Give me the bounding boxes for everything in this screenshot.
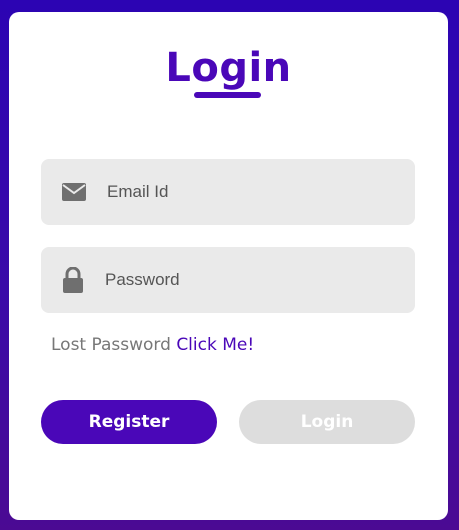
envelope-icon [41, 183, 107, 201]
lost-password-text: Lost Password [51, 335, 177, 355]
password-field[interactable] [41, 247, 415, 313]
login-card: Login Lost Password Click Me! Register L… [9, 12, 448, 520]
login-button[interactable]: Login [239, 400, 415, 444]
lock-icon [41, 267, 105, 293]
click-me-link[interactable]: Click Me! [176, 335, 254, 355]
email-field[interactable] [41, 159, 415, 225]
lost-password-row: Lost Password Click Me! [51, 335, 254, 355]
register-button[interactable]: Register [41, 400, 217, 444]
email-input[interactable] [107, 172, 387, 212]
title-underline [194, 92, 261, 98]
password-input[interactable] [105, 260, 385, 300]
page-title: Login [165, 45, 292, 91]
